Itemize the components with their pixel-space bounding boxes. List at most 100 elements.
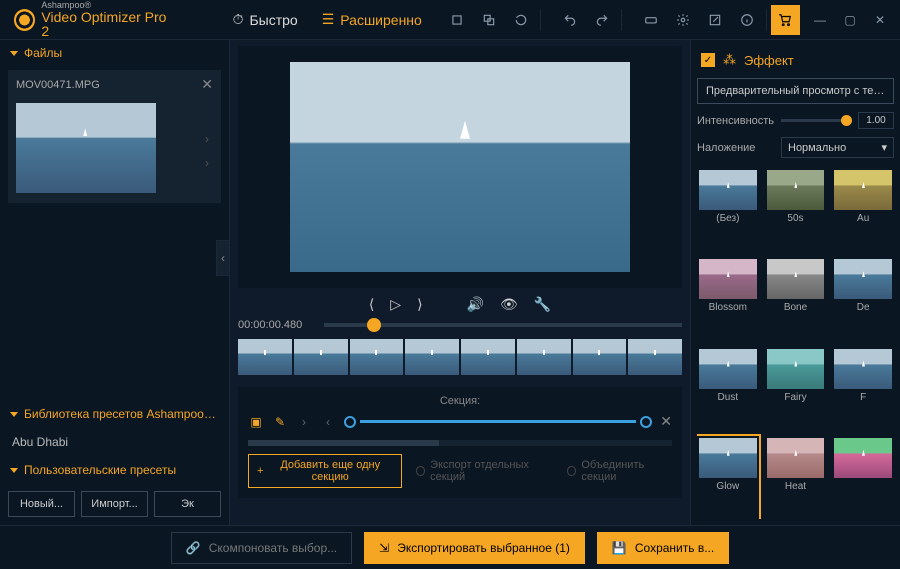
preset-item[interactable]: Abu Dhabi <box>0 427 229 457</box>
timeline-playhead[interactable] <box>367 318 381 332</box>
edit-icon[interactable] <box>700 5 730 35</box>
effect-tile[interactable]: Bone <box>765 257 827 340</box>
effect-swatch <box>699 349 757 389</box>
effect-tile[interactable]: Fairy <box>765 347 827 430</box>
preset-library-header[interactable]: Библиотека пресетов Ashampoo Video <box>0 401 229 427</box>
toolbar-copy-icon[interactable] <box>474 5 504 35</box>
overlay-select[interactable]: Нормально ▾ <box>781 137 894 158</box>
merge-sections-radio[interactable]: Объединить секции <box>567 459 672 483</box>
effect-swatch <box>699 259 757 299</box>
effect-panel-header: ✓ ⁂ Эффект <box>697 46 894 78</box>
filmstrip-frame[interactable] <box>628 339 682 375</box>
filmstrip-frame[interactable] <box>461 339 515 375</box>
next-frame-button[interactable]: ⟩ <box>417 296 422 313</box>
stopwatch-icon: ⏱ <box>233 11 244 28</box>
sidebar-right: ✓ ⁂ Эффект Предварительный просмотр с те… <box>690 40 900 525</box>
link-icon: 🔗 <box>186 541 201 555</box>
effect-tile[interactable]: De <box>832 257 894 340</box>
filmstrip-frame[interactable] <box>405 339 459 375</box>
effect-tile[interactable]: Heat <box>765 436 827 519</box>
effect-tile[interactable]: 50s <box>765 168 827 251</box>
effect-name-label: F <box>860 392 866 403</box>
effect-swatch <box>834 438 892 478</box>
import-preset-button[interactable]: Импорт... <box>81 491 148 517</box>
intensity-slider[interactable] <box>781 119 852 122</box>
chevron-right-icon[interactable]: › <box>205 156 209 170</box>
maximize-button[interactable]: ▢ <box>836 6 864 34</box>
effect-name-label: Fairy <box>784 392 806 403</box>
info-icon[interactable] <box>732 5 762 35</box>
minimize-button[interactable]: — <box>806 6 834 34</box>
intensity-slider-thumb[interactable] <box>841 115 852 126</box>
undo-icon[interactable] <box>555 5 585 35</box>
section-next-icon[interactable]: › <box>296 415 312 429</box>
effect-enable-checkbox[interactable]: ✓ <box>701 53 715 67</box>
sidebar-collapse-handle[interactable]: ‹ <box>216 240 230 276</box>
section-scrollbar[interactable] <box>248 440 672 446</box>
visibility-button[interactable]: 👁 <box>500 296 518 313</box>
section-crop-icon[interactable]: ▣ <box>248 415 264 429</box>
mode-advanced[interactable]: ☰ Расширенно <box>312 5 432 34</box>
redo-icon[interactable] <box>587 5 617 35</box>
new-preset-button[interactable]: Новый... <box>8 491 75 517</box>
effect-tile[interactable]: Glow <box>697 436 759 519</box>
export-selected-button[interactable]: ⇲ Экспортировать выбранное (1) <box>364 532 585 564</box>
close-button[interactable]: ✕ <box>866 6 894 34</box>
toolbar-rotate-icon[interactable] <box>506 5 536 35</box>
effect-name-label: 50s <box>787 213 803 224</box>
filmstrip-frame[interactable] <box>294 339 348 375</box>
file-remove-button[interactable]: ✕ <box>201 76 213 93</box>
effect-swatch <box>767 259 825 299</box>
section-edit-icon[interactable]: ✎ <box>272 415 288 429</box>
effect-swatch <box>767 170 825 210</box>
volume-button[interactable]: 🔊 <box>467 296 484 313</box>
preview-frame-button[interactable]: Предварительный просмотр с текущим к... <box>697 78 894 104</box>
effects-grid: (Без) 50s Au BlossomBoneDe Dust Fairy F GlowHea… <box>697 168 894 519</box>
export-preset-button[interactable]: Эк <box>154 491 221 517</box>
filmstrip-frame[interactable] <box>350 339 404 375</box>
chevron-down-icon <box>10 468 18 473</box>
section-panel: Секция: ▣ ✎ › ‹ ✕ + <box>238 387 682 498</box>
filmstrip-frame[interactable] <box>573 339 627 375</box>
section-start-handle[interactable] <box>344 416 356 428</box>
filmstrip-frame[interactable] <box>238 339 292 375</box>
filmstrip[interactable] <box>238 337 682 381</box>
play-button[interactable]: ▷ <box>390 296 401 313</box>
export-separate-radio[interactable]: Экспорт отдельных секций <box>416 459 553 483</box>
add-section-button[interactable]: + Добавить еще одну секцию <box>248 454 402 488</box>
effect-swatch <box>834 259 892 299</box>
file-item[interactable]: MOV00471.MPG ✕ › › <box>8 70 221 203</box>
filmstrip-frame[interactable] <box>517 339 571 375</box>
chevron-right-icon[interactable]: › <box>205 132 209 146</box>
effect-tile[interactable]: Au <box>832 168 894 251</box>
vr-icon[interactable] <box>636 5 666 35</box>
effect-tile[interactable] <box>832 436 894 519</box>
save-button[interactable]: 💾 Сохранить в... <box>597 532 729 564</box>
section-end-handle[interactable] <box>640 416 652 428</box>
effect-tile[interactable]: (Без) <box>697 168 759 251</box>
effect-tile[interactable]: Blossom <box>697 257 759 340</box>
user-presets-header[interactable]: Пользовательские пресеты <box>0 457 229 483</box>
files-panel-header[interactable]: Файлы <box>0 40 229 66</box>
intensity-value[interactable]: 1.00 <box>858 112 894 129</box>
playback-controls: ⟨ ▷ ⟩ 🔊 👁 🔧 <box>238 288 682 317</box>
compose-button[interactable]: 🔗 Скомпоновать выбор... <box>171 532 352 564</box>
cart-button[interactable] <box>771 5 800 35</box>
video-preview[interactable] <box>290 62 630 272</box>
effect-swatch <box>767 438 825 478</box>
effect-magnify-icon: ⁂ <box>723 52 736 68</box>
file-thumbnail <box>16 103 156 193</box>
effect-tile[interactable]: Dust <box>697 347 759 430</box>
tools-button[interactable]: 🔧 <box>534 296 551 313</box>
toolbar-crop-icon[interactable] <box>442 5 472 35</box>
section-remove-button[interactable]: ✕ <box>660 413 672 430</box>
section-range-track[interactable] <box>344 416 652 428</box>
section-prev-icon[interactable]: ‹ <box>320 415 336 429</box>
effect-swatch <box>699 170 757 210</box>
effect-tile[interactable]: F <box>832 347 894 430</box>
titlebar: Ashampoo® Video Optimizer Pro 2 ⏱ Быстро… <box>0 0 900 40</box>
prev-frame-button[interactable]: ⟨ <box>369 296 374 313</box>
mode-fast[interactable]: ⏱ Быстро <box>223 5 308 34</box>
settings-icon[interactable] <box>668 5 698 35</box>
timeline-track[interactable] <box>324 323 682 327</box>
